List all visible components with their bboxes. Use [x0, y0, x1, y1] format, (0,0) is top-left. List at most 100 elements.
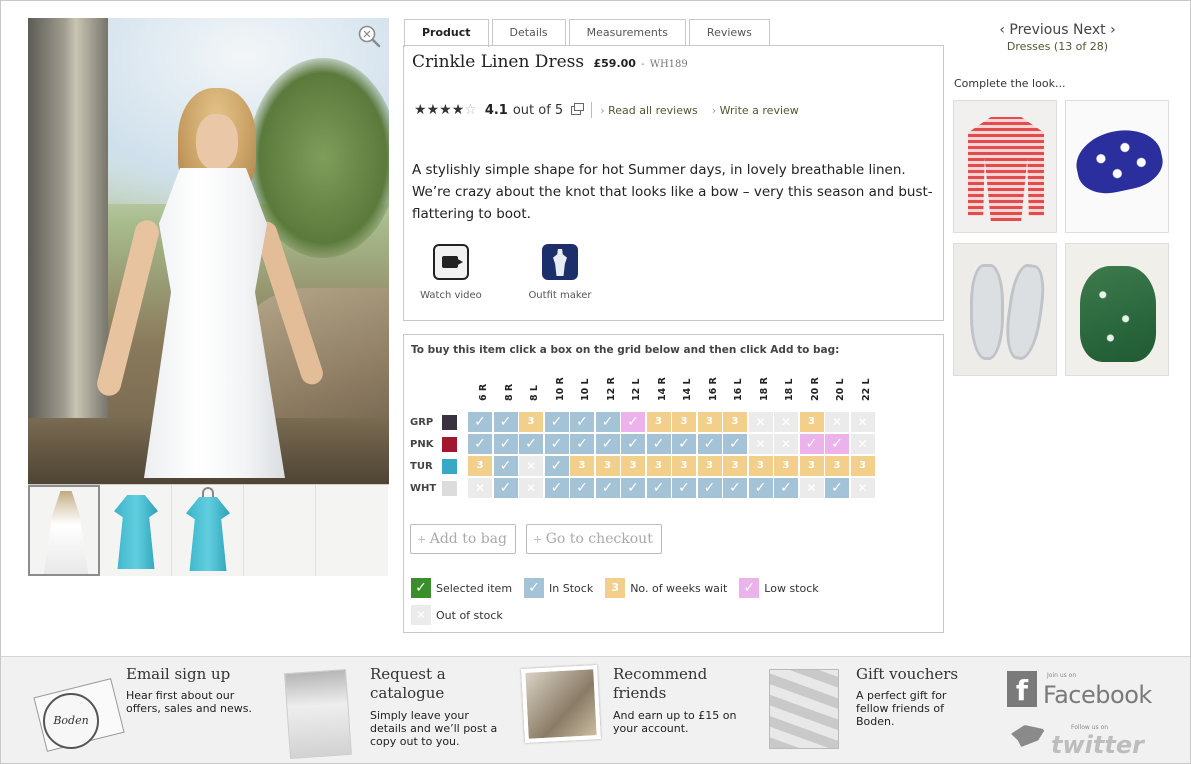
stock-cell-out — [825, 412, 849, 432]
buy-grid-panel: To buy this item click a box on the grid… — [403, 334, 944, 633]
stock-cell-in[interactable] — [723, 478, 747, 498]
stock-cell-in[interactable] — [774, 478, 798, 498]
stock-cell-in[interactable] — [544, 412, 569, 432]
stock-cell-wait[interactable]: 3 — [799, 456, 824, 476]
watch-video-button[interactable]: Watch video — [406, 244, 496, 301]
stock-cell-wait[interactable]: 3 — [672, 456, 696, 476]
product-code-separator: - — [637, 59, 648, 70]
tab-measurements[interactable]: Measurements — [568, 19, 686, 46]
stock-cell-in[interactable] — [595, 412, 620, 432]
facebook-link[interactable]: f Join us on Facebook — [1007, 671, 1152, 713]
thumbnail-dress-hanger[interactable] — [172, 485, 244, 576]
previous-link[interactable]: ‹ Previous — [999, 22, 1068, 38]
recommend-friends-title[interactable]: Recommend friends — [613, 665, 723, 703]
stock-cell-in[interactable] — [825, 478, 849, 498]
stock-cell-in[interactable] — [544, 478, 569, 498]
size-label-text: 16 R — [707, 377, 719, 401]
size-label-text: 20 R — [809, 377, 821, 401]
thumbnail-dress-front[interactable] — [100, 485, 172, 576]
outfit-maker-label: Outfit maker — [528, 290, 592, 301]
stock-cell-in[interactable] — [646, 478, 671, 498]
stock-cell-in[interactable] — [697, 478, 722, 498]
stock-cell-wait[interactable]: 3 — [723, 456, 747, 476]
product-main-image[interactable] — [28, 18, 389, 484]
stock-cell-in[interactable] — [468, 412, 492, 432]
thumbnail-model[interactable] — [28, 485, 100, 576]
category-position[interactable]: Dresses (13 of 28) — [980, 40, 1135, 53]
stock-grid: GRP333333PNKTUR3333333333333WHT — [410, 411, 876, 499]
next-link[interactable]: Next › — [1073, 22, 1116, 38]
stock-cell-wait[interactable]: 3 — [570, 456, 594, 476]
popup-window-icon[interactable] — [571, 102, 585, 115]
stock-cell-wait[interactable]: 3 — [646, 456, 671, 476]
twitter-link[interactable]: Follow us on twitter — [1011, 717, 1151, 759]
stock-cell-in[interactable] — [493, 434, 518, 454]
stock-cell-low[interactable] — [621, 412, 645, 432]
stock-cell-in[interactable] — [595, 478, 620, 498]
stock-cell-wait[interactable]: 3 — [799, 412, 824, 432]
stock-cell-wait[interactable]: 3 — [723, 412, 747, 432]
look-item-hat[interactable] — [1065, 100, 1169, 233]
stock-cell-in[interactable] — [570, 478, 594, 498]
stock-cell-in[interactable] — [493, 412, 518, 432]
tab-product[interactable]: Product — [404, 19, 489, 47]
stock-cell-wait[interactable]: 3 — [825, 456, 849, 476]
stock-cell-wait[interactable]: 3 — [621, 456, 645, 476]
recommend-friends-image[interactable] — [521, 665, 601, 743]
email-signup-title[interactable]: Email sign up — [126, 665, 230, 684]
gift-vouchers-image[interactable] — [769, 669, 839, 749]
request-catalogue-text: Simply leave your details and we’ll post… — [370, 709, 498, 748]
stock-cell-wait[interactable]: 3 — [519, 412, 543, 432]
weeks-wait-swatch: 3 — [605, 578, 626, 598]
stock-cell-wait[interactable]: 3 — [595, 456, 620, 476]
look-item-cardigan[interactable] — [953, 100, 1057, 233]
gift-vouchers-title[interactable]: Gift vouchers — [856, 665, 958, 684]
tab-reviews[interactable]: Reviews — [688, 19, 770, 46]
stock-cell-in[interactable] — [697, 434, 722, 454]
star-icon: ★ — [439, 102, 452, 118]
stock-cell-in[interactable] — [723, 434, 747, 454]
stock-cell-in[interactable] — [646, 434, 671, 454]
stock-cell-wait[interactable]: 3 — [748, 456, 773, 476]
product-code: WH189 — [649, 59, 688, 70]
go-to-checkout-button[interactable]: Go to checkout — [526, 524, 662, 554]
tab-details[interactable]: Details — [491, 19, 566, 46]
stock-cell-wait[interactable]: 3 — [672, 412, 696, 432]
stock-cell-in[interactable] — [493, 456, 518, 476]
stock-cell-in[interactable] — [544, 456, 569, 476]
read-reviews-link[interactable]: Read all reviews — [600, 104, 698, 117]
catalogue-image[interactable] — [284, 668, 352, 760]
stock-cell-in[interactable] — [519, 434, 543, 454]
add-to-bag-button[interactable]: Add to bag — [410, 524, 516, 554]
stock-cell-in[interactable] — [544, 434, 569, 454]
email-envelope-image[interactable]: Boden — [33, 671, 125, 753]
stock-cell-wait[interactable]: 3 — [850, 456, 875, 476]
stock-cell-low[interactable] — [799, 434, 824, 454]
outfit-maker-button[interactable]: Outfit maker — [515, 244, 605, 301]
stock-cell-in[interactable] — [570, 412, 594, 432]
look-item-sandals[interactable] — [953, 243, 1057, 376]
colour-code: WHT — [410, 482, 437, 494]
stock-cell-wait[interactable]: 3 — [697, 412, 722, 432]
stock-cell-in[interactable] — [621, 434, 645, 454]
stock-cell-in[interactable] — [595, 434, 620, 454]
size-label: 20 R — [802, 363, 826, 409]
size-label-text: 8 L — [529, 385, 540, 401]
stock-cell-wait[interactable]: 3 — [646, 412, 671, 432]
stock-cell-in[interactable] — [493, 478, 518, 498]
stock-cell-in[interactable] — [621, 478, 645, 498]
size-label-text: 10 L — [580, 378, 591, 401]
stock-cell-in[interactable] — [570, 434, 594, 454]
write-review-link[interactable]: Write a review — [712, 104, 799, 117]
zoom-icon[interactable] — [357, 24, 381, 48]
stock-cell-wait[interactable]: 3 — [697, 456, 722, 476]
stock-cell-wait[interactable]: 3 — [774, 456, 798, 476]
stock-cell-in[interactable] — [468, 434, 492, 454]
stock-cell-in[interactable] — [672, 434, 696, 454]
look-item-scarf[interactable] — [1065, 243, 1169, 376]
stock-cell-wait[interactable]: 3 — [468, 456, 492, 476]
stock-cell-low[interactable] — [825, 434, 849, 454]
stock-cell-in[interactable] — [748, 478, 773, 498]
stock-cell-in[interactable] — [672, 478, 696, 498]
request-catalogue-title[interactable]: Request a catalogue — [370, 665, 480, 703]
